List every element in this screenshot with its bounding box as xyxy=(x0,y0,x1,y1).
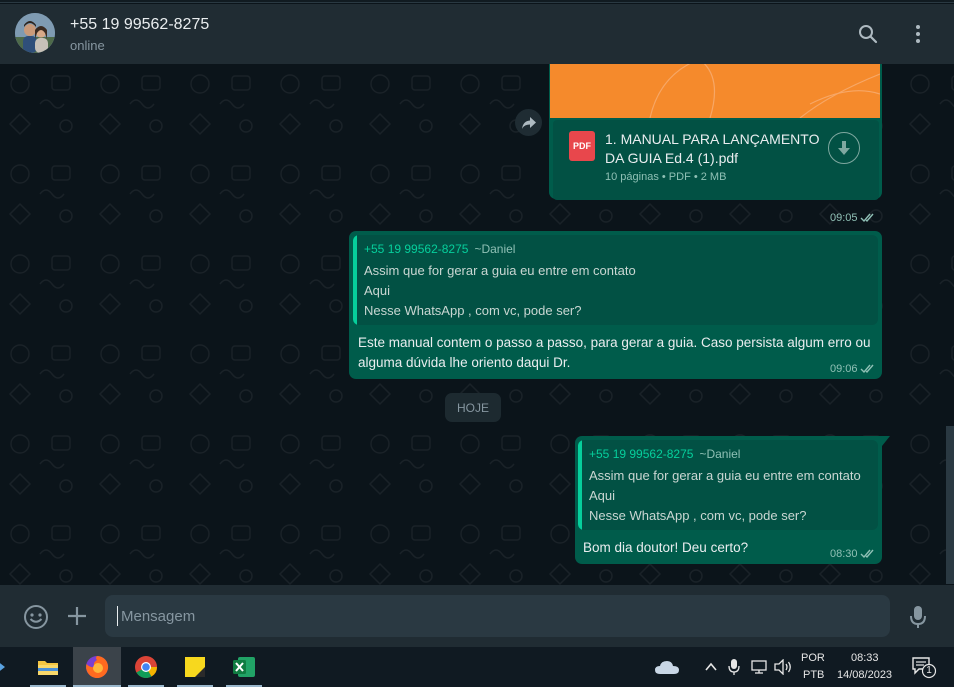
quote-author-name: ~Daniel xyxy=(699,447,741,461)
whatsapp-window: +55 19 99562-8275 online PDF 1. MANUAL P… xyxy=(0,0,954,647)
download-icon xyxy=(838,141,850,155)
quote-line: Nesse WhatsApp , com vc, pode ser? xyxy=(589,508,807,523)
document-file-name-line1: 1. MANUAL PARA LANÇAMENTO xyxy=(605,131,820,147)
quote-author-number: +55 19 99562-8275 xyxy=(364,242,469,256)
chat-scrollbar[interactable] xyxy=(946,426,954,584)
chrome-icon[interactable] xyxy=(122,647,170,687)
notification-count: 1 xyxy=(926,665,932,676)
clock-date[interactable]: 14/08/2023 xyxy=(837,669,892,681)
pinned-app-icon[interactable] xyxy=(0,647,14,687)
language-indicator-bottom[interactable]: PTB xyxy=(803,669,824,681)
read-ticks-icon xyxy=(860,213,874,223)
language-indicator-top[interactable]: POR xyxy=(801,652,825,664)
document-file-name[interactable]: 1. MANUAL PARA LANÇAMENTO DA GUIA Ed.4 (… xyxy=(605,130,820,168)
menu-dots-icon[interactable] xyxy=(906,22,930,46)
contact-status: online xyxy=(70,38,105,53)
quote-line: Assim que for gerar a guia eu entre em c… xyxy=(589,468,861,483)
message-text: Este manual contem o passo a passo, para… xyxy=(358,333,878,373)
notification-center-icon[interactable]: 1 xyxy=(912,657,938,679)
avatar[interactable] xyxy=(15,13,55,53)
quote-line: Aqui xyxy=(589,488,616,503)
chevron-up-icon[interactable] xyxy=(704,660,718,674)
firefox-icon[interactable] xyxy=(73,647,121,687)
network-icon[interactable] xyxy=(750,659,768,675)
document-thumbnail[interactable] xyxy=(550,64,880,118)
download-button[interactable] xyxy=(828,132,860,164)
quote-author-name: ~Daniel xyxy=(474,242,516,256)
emoji-icon[interactable] xyxy=(23,604,49,630)
file-explorer-icon[interactable] xyxy=(24,647,72,687)
volume-icon[interactable] xyxy=(773,658,793,676)
chat-area[interactable]: PDF 1. MANUAL PARA LANÇAMENTO DA GUIA Ed… xyxy=(0,64,954,585)
text-caret xyxy=(117,606,118,626)
message-time: 09:06 xyxy=(830,363,858,375)
excel-icon[interactable] xyxy=(220,647,268,687)
message-time: 08:30 xyxy=(830,548,858,560)
message-input[interactable]: Mensagem xyxy=(105,595,890,637)
quote-author: +55 19 99562-8275 ~Daniel xyxy=(364,242,515,256)
onedrive-icon[interactable] xyxy=(654,659,680,675)
quote-author: +55 19 99562-8275 ~Daniel xyxy=(589,447,740,461)
document-file-name-line2: DA GUIA Ed.4 (1).pdf xyxy=(605,150,739,166)
microphone-icon[interactable] xyxy=(908,604,928,630)
contact-name[interactable]: +55 19 99562-8275 xyxy=(70,16,209,34)
date-separator: HOJE xyxy=(445,393,501,422)
microphone-tray-icon[interactable] xyxy=(728,658,740,676)
document-meta: 10 páginas • PDF • 2 MB xyxy=(605,171,727,183)
windows-taskbar: POR PTB 08:33 14/08/2023 1 xyxy=(0,647,954,687)
message-text-line1: Este manual contem o passo a passo, para… xyxy=(358,335,871,350)
message-text-line2: alguma dúvida lhe oriento daqui Dr. xyxy=(358,355,571,370)
quote-line: Aqui xyxy=(364,283,391,298)
quote-author-number: +55 19 99562-8275 xyxy=(589,447,694,461)
message-input-placeholder: Mensagem xyxy=(121,608,196,625)
chat-header[interactable]: +55 19 99562-8275 online xyxy=(0,4,954,64)
quote-line: Nesse WhatsApp , com vc, pode ser? xyxy=(364,303,582,318)
message-text: Bom dia doutor! Deu certo? xyxy=(583,540,749,555)
read-ticks-icon xyxy=(860,364,874,374)
pdf-icon: PDF xyxy=(569,131,595,161)
search-icon[interactable] xyxy=(856,22,880,46)
read-ticks-icon xyxy=(860,549,874,559)
message-time: 09:05 xyxy=(830,212,858,224)
clock-time[interactable]: 08:33 xyxy=(851,652,879,664)
window-top-edge xyxy=(0,0,954,3)
quote-line: Assim que for gerar a guia eu entre em c… xyxy=(364,263,636,278)
sticky-notes-icon[interactable] xyxy=(171,647,219,687)
quote-bar xyxy=(578,440,582,530)
message-composer: Mensagem xyxy=(0,585,954,647)
forward-button[interactable] xyxy=(515,109,542,136)
quote-bar xyxy=(353,235,357,325)
forward-icon xyxy=(521,116,536,129)
plus-icon[interactable] xyxy=(66,605,88,627)
